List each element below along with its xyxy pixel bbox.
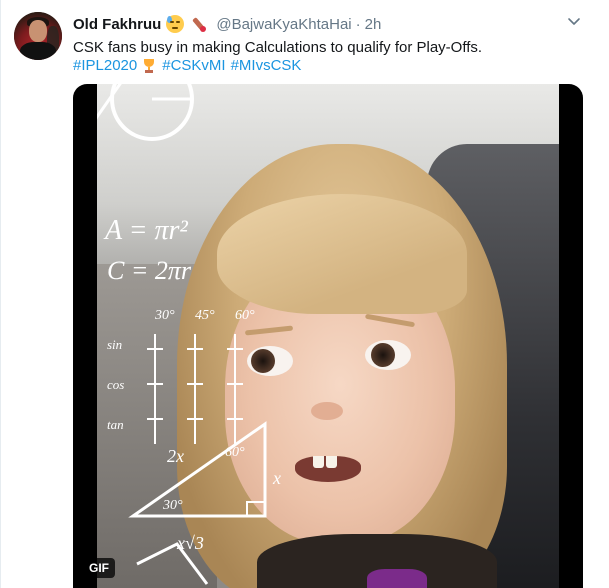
angle-60-triangle: 60° <box>225 445 245 460</box>
tweet[interactable]: Old Fakhruu @BajwaKyaKhtaHai · 2h CSK fa… <box>0 0 609 588</box>
trig-cos: cos <box>107 377 124 392</box>
side-x: x <box>272 468 281 488</box>
math-overlay: A = πr² C = 2πr 30° 45° 60° sin cos tan … <box>97 84 281 585</box>
trig-sin: sin <box>107 337 122 352</box>
angle-45: 45° <box>195 308 215 323</box>
angle-30-triangle: 30° <box>162 498 183 513</box>
tweet-header: Old Fakhruu @BajwaKyaKhtaHai · 2h <box>73 14 381 34</box>
downcast-sweat-face-icon <box>166 15 185 33</box>
tweet-media[interactable]: A = πr² C = 2πr 30° 45° 60° sin cos tan … <box>73 84 583 588</box>
chevron-down-icon[interactable] <box>565 12 583 30</box>
tweet-text: CSK fans busy in making Calculations to … <box>73 39 483 56</box>
formula-area: A = πr² <box>103 215 188 246</box>
gif-image[interactable]: A = πr² C = 2πr 30° 45° 60° sin cos tan … <box>97 84 559 588</box>
trig-tan: tan <box>107 417 124 432</box>
user-handle[interactable]: @BajwaKyaKhtaHai <box>216 16 351 33</box>
display-name[interactable]: Old Fakhruu <box>73 16 161 33</box>
timestamp[interactable]: 2h <box>365 16 382 33</box>
side-2x: 2x <box>167 446 184 466</box>
trophy-icon <box>142 58 156 74</box>
hashtag-mivscsk[interactable]: #MIvsCSK <box>231 56 302 76</box>
gif-badge: GIF <box>83 558 115 578</box>
angle-30: 30° <box>154 308 175 323</box>
formula-circumference: C = 2πr <box>107 256 192 285</box>
avatar[interactable] <box>14 12 62 60</box>
angle-60: 60° <box>235 308 255 323</box>
hashtag-ipl2020[interactable]: #IPL2020 <box>73 56 137 76</box>
side-x-root3: x√3 <box>176 533 204 553</box>
cricket-bat-icon <box>189 15 207 33</box>
hashtag-line: #IPL2020 #CSKvMI #MIvsCSK <box>73 56 301 76</box>
separator-dot: · <box>355 15 361 33</box>
hashtag-cskvmi[interactable]: #CSKvMI <box>162 56 225 76</box>
